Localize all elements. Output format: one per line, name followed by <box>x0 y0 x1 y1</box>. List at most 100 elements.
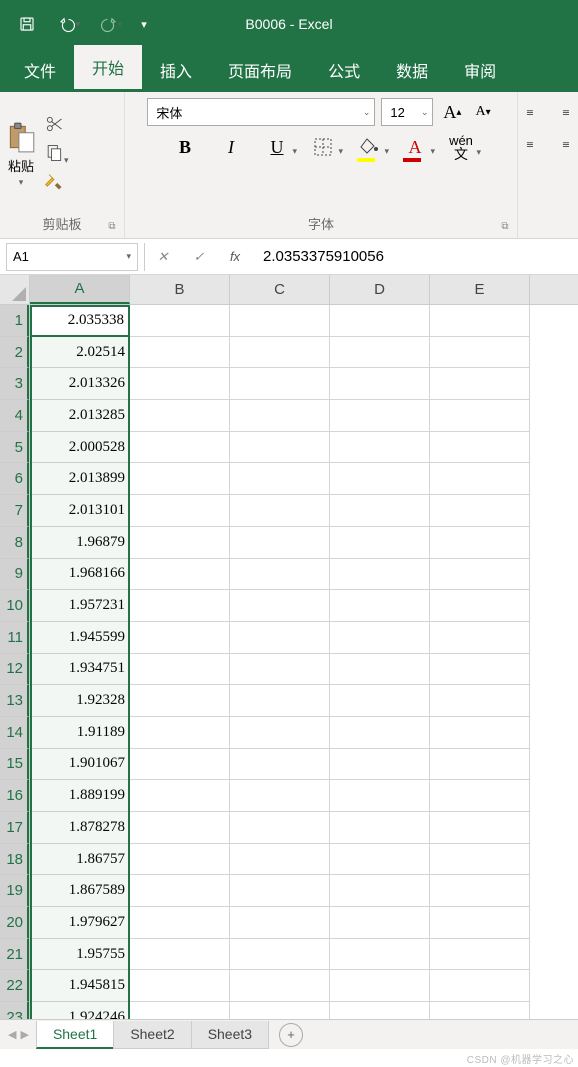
cell[interactable] <box>330 685 430 717</box>
cell[interactable] <box>430 495 530 527</box>
tab-插入[interactable]: 插入 <box>142 48 210 92</box>
cell[interactable] <box>430 812 530 844</box>
align-left-button[interactable]: ≡ <box>516 132 544 158</box>
cell[interactable] <box>330 844 430 876</box>
add-sheet-button[interactable]: + <box>279 1023 303 1047</box>
cell[interactable]: 1.96879 <box>30 527 130 559</box>
row-header[interactable]: 20 <box>0 907 29 939</box>
cell[interactable] <box>330 463 430 495</box>
cell[interactable]: 1.878278 <box>30 812 130 844</box>
cell[interactable]: 1.91189 <box>30 717 130 749</box>
cell[interactable] <box>130 907 230 939</box>
tab-开始[interactable]: 开始 <box>74 45 142 92</box>
cell[interactable] <box>130 654 230 686</box>
cell[interactable]: 1.95755 <box>30 939 130 971</box>
cell[interactable] <box>130 368 230 400</box>
cell[interactable] <box>330 749 430 781</box>
cell[interactable] <box>330 305 430 337</box>
cell[interactable] <box>330 432 430 464</box>
cell[interactable] <box>330 654 430 686</box>
cell[interactable] <box>330 970 430 1002</box>
cell[interactable] <box>230 337 330 369</box>
cell[interactable] <box>430 685 530 717</box>
row-header[interactable]: 14 <box>0 717 29 749</box>
cell[interactable]: 2.035338 <box>30 305 130 337</box>
cell[interactable] <box>430 590 530 622</box>
row-header[interactable]: 6 <box>0 463 29 495</box>
cell[interactable] <box>130 844 230 876</box>
cell[interactable] <box>130 622 230 654</box>
row-header[interactable]: 9 <box>0 559 29 591</box>
cell[interactable] <box>230 622 330 654</box>
cell[interactable] <box>230 717 330 749</box>
cell[interactable] <box>230 685 330 717</box>
cell[interactable] <box>130 527 230 559</box>
undo-button[interactable]: ▾ <box>50 5 88 43</box>
cell[interactable] <box>330 622 430 654</box>
cell[interactable]: 2.02514 <box>30 337 130 369</box>
sheet-tab[interactable]: Sheet3 <box>191 1021 269 1049</box>
cell[interactable]: 1.867589 <box>30 875 130 907</box>
column-header[interactable]: B <box>130 275 230 304</box>
cell[interactable] <box>130 939 230 971</box>
row-header[interactable]: 16 <box>0 780 29 812</box>
cell[interactable] <box>130 749 230 781</box>
cell[interactable] <box>230 875 330 907</box>
cell[interactable] <box>130 495 230 527</box>
column-header[interactable]: C <box>230 275 330 304</box>
cell[interactable] <box>130 685 230 717</box>
cell[interactable]: 2.000528 <box>30 432 130 464</box>
tab-数据[interactable]: 数据 <box>378 48 446 92</box>
cell[interactable] <box>130 337 230 369</box>
cell[interactable] <box>230 654 330 686</box>
fill-color-button[interactable]: ▾ <box>355 134 383 160</box>
row-header[interactable]: 4 <box>0 400 29 432</box>
cell[interactable] <box>130 305 230 337</box>
cell[interactable] <box>230 527 330 559</box>
cancel-formula-button[interactable]: ✕ <box>145 243 181 271</box>
cell[interactable] <box>130 559 230 591</box>
cell[interactable] <box>430 337 530 369</box>
borders-button[interactable]: ▾ <box>309 134 337 160</box>
tab-公式[interactable]: 公式 <box>310 48 378 92</box>
cell[interactable] <box>230 844 330 876</box>
cell[interactable]: 2.013101 <box>30 495 130 527</box>
cell[interactable] <box>230 907 330 939</box>
cell[interactable] <box>230 749 330 781</box>
row-header[interactable]: 17 <box>0 812 29 844</box>
cell[interactable] <box>430 654 530 686</box>
cell[interactable] <box>430 432 530 464</box>
tab-审阅[interactable]: 审阅 <box>446 48 514 92</box>
row-header[interactable]: 10 <box>0 590 29 622</box>
cut-button[interactable] <box>44 114 69 137</box>
increase-font-button[interactable]: A▴ <box>439 102 465 123</box>
cell[interactable] <box>230 305 330 337</box>
italic-button[interactable]: I <box>217 134 245 160</box>
cell[interactable] <box>130 432 230 464</box>
cell[interactable] <box>230 939 330 971</box>
cell[interactable] <box>230 432 330 464</box>
cell[interactable]: 1.945815 <box>30 970 130 1002</box>
row-header[interactable]: 8 <box>0 527 29 559</box>
align-center-button[interactable]: ≡ <box>552 132 578 158</box>
paste-button[interactable]: 粘贴 ▾ <box>4 120 38 188</box>
sheet-tab[interactable]: Sheet2 <box>113 1021 191 1049</box>
cell[interactable] <box>130 463 230 495</box>
cell[interactable]: 1.934751 <box>30 654 130 686</box>
cell[interactable] <box>430 970 530 1002</box>
cell[interactable] <box>230 495 330 527</box>
column-header[interactable]: A <box>30 275 130 304</box>
cell[interactable]: 2.013899 <box>30 463 130 495</box>
sheet-nav[interactable]: ◀▶ <box>0 1028 37 1041</box>
cell[interactable] <box>130 812 230 844</box>
cell[interactable] <box>130 590 230 622</box>
cell[interactable] <box>330 527 430 559</box>
underline-button[interactable]: U▾ <box>263 134 291 160</box>
row-header[interactable]: 12 <box>0 654 29 686</box>
cell[interactable] <box>430 305 530 337</box>
tab-文件[interactable]: 文件 <box>6 48 74 92</box>
cell[interactable] <box>330 812 430 844</box>
row-header[interactable]: 2 <box>0 337 29 369</box>
cell[interactable]: 1.957231 <box>30 590 130 622</box>
cell[interactable] <box>230 400 330 432</box>
